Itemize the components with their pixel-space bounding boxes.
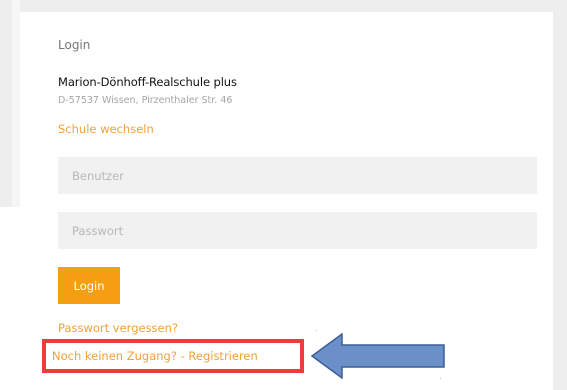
- stray-dot: [440, 378, 441, 379]
- school-address: D-57537 Wissen, Pirzenthaler Str. 46: [58, 95, 233, 106]
- login-button[interactable]: Login: [58, 267, 120, 304]
- arrow-shape: [311, 333, 445, 379]
- forgot-password-link[interactable]: Passwort vergessen?: [58, 321, 178, 335]
- login-card-title: Login: [58, 38, 91, 52]
- register-highlight-box: Noch keinen Zugang? - Registrieren: [42, 339, 304, 373]
- stray-dot: [316, 330, 317, 331]
- page: Login Marion-Dönhoff-Realschule plus D-5…: [0, 0, 567, 390]
- backdrop-left-shadow: [12, 0, 20, 207]
- username-input[interactable]: [58, 157, 537, 194]
- school-name: Marion-Dönhoff-Realschule plus: [58, 75, 237, 89]
- backdrop-top: [0, 0, 567, 12]
- left-arrow-icon: [311, 333, 445, 379]
- backdrop-left: [0, 12, 12, 207]
- password-input[interactable]: [58, 212, 537, 249]
- login-card: Login Marion-Dönhoff-Realschule plus D-5…: [42, 26, 553, 390]
- register-link[interactable]: Noch keinen Zugang? - Registrieren: [52, 349, 258, 363]
- backdrop-right: [553, 12, 567, 390]
- change-school-link[interactable]: Schule wechseln: [58, 122, 154, 136]
